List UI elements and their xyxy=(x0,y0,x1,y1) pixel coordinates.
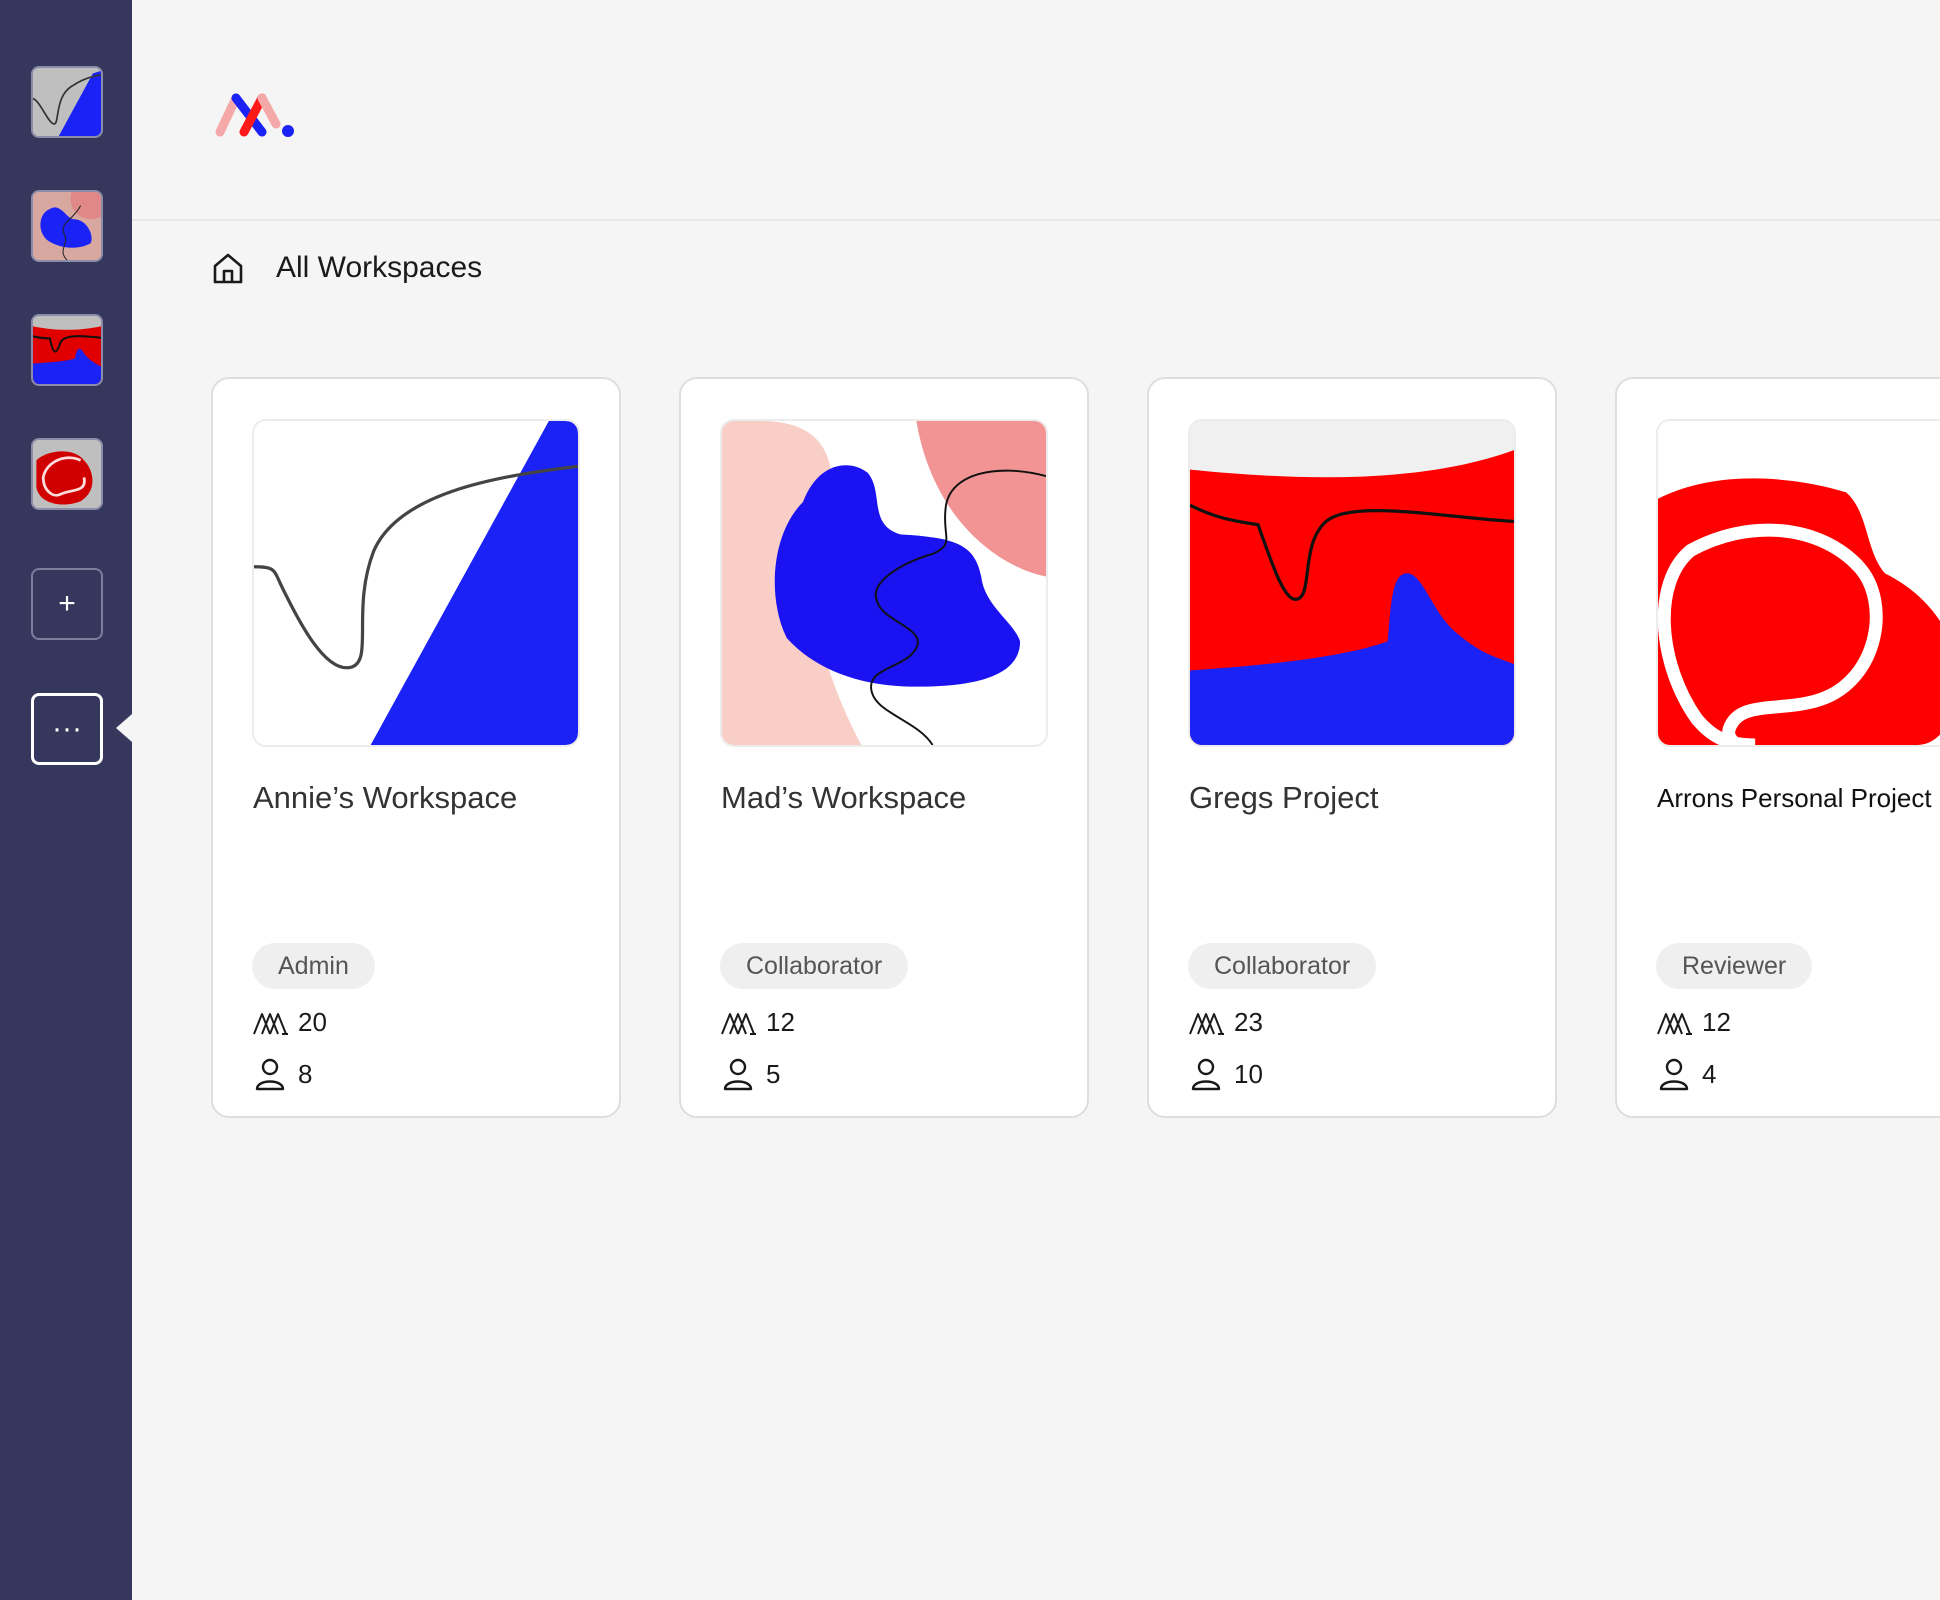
members-count: 10 xyxy=(1188,1057,1263,1091)
workspace-name: Gregs Project xyxy=(1189,780,1379,815)
sidebar-workspace-annie[interactable] xyxy=(31,66,103,138)
user-icon xyxy=(723,1058,753,1091)
sidebar-workspace-arron[interactable] xyxy=(31,438,103,510)
user-icon xyxy=(255,1058,285,1091)
projects-value: 20 xyxy=(298,1007,327,1037)
projects-count: 23 xyxy=(1188,1007,1263,1038)
sidebar: + ··· xyxy=(0,0,132,1600)
home-icon[interactable] xyxy=(210,250,246,286)
workspace-thumb-arron-icon xyxy=(33,440,101,508)
workspace-card-mad[interactable]: Mad’s Workspace Collaborator 12 5 xyxy=(679,377,1089,1118)
sidebar-workspace-greg[interactable] xyxy=(31,314,103,386)
add-workspace-button[interactable]: + xyxy=(31,568,103,640)
workspace-thumbnail xyxy=(1188,419,1516,747)
workspace-thumbnail xyxy=(252,419,580,747)
abstract-art-icon xyxy=(722,421,1046,745)
abstract-art-icon xyxy=(254,421,578,745)
more-options-button[interactable]: ··· xyxy=(31,693,103,765)
workspace-card-greg[interactable]: Gregs Project Collaborator 23 10 xyxy=(1147,377,1557,1118)
workspace-thumb-annie-icon xyxy=(33,68,101,136)
projects-value: 23 xyxy=(1234,1007,1263,1037)
role-badge: Collaborator xyxy=(1188,943,1377,989)
user-icon xyxy=(1191,1058,1221,1091)
workspace-name: Annie’s Workspace xyxy=(253,780,518,815)
projects-icon xyxy=(721,1012,756,1035)
workspace-thumbnail xyxy=(720,419,1048,747)
members-count: 5 xyxy=(720,1057,780,1091)
projects-count: 12 xyxy=(1656,1007,1731,1038)
app-logo-icon[interactable] xyxy=(212,84,298,144)
workspace-card-annie[interactable]: Annie’s Workspace Admin 20 8 xyxy=(211,377,621,1118)
abstract-art-icon xyxy=(1190,421,1514,745)
user-icon xyxy=(1659,1058,1689,1091)
role-badge: Reviewer xyxy=(1656,943,1813,989)
members-value: 5 xyxy=(766,1058,781,1089)
workspace-card-arron[interactable]: Arrons Personal Project Folder Reviewer … xyxy=(1615,377,1940,1118)
header xyxy=(132,0,1940,221)
members-count: 8 xyxy=(252,1057,312,1091)
abstract-art-icon xyxy=(1658,421,1940,745)
breadcrumb: All Workspaces xyxy=(210,250,482,286)
workspace-name: Mad’s Workspace xyxy=(721,780,967,815)
members-value: 4 xyxy=(1702,1058,1717,1089)
role-badge: Collaborator xyxy=(720,943,909,989)
projects-icon xyxy=(1189,1012,1224,1035)
projects-icon xyxy=(253,1012,288,1035)
workspace-thumb-mad-icon xyxy=(33,192,101,260)
projects-value: 12 xyxy=(1702,1007,1731,1037)
role-badge: Admin xyxy=(252,943,375,989)
projects-count: 12 xyxy=(720,1007,795,1038)
projects-value: 12 xyxy=(766,1007,795,1037)
workspace-thumbnail xyxy=(1656,419,1940,747)
sidebar-workspace-mad[interactable] xyxy=(31,190,103,262)
workspace-name: Arrons Personal Project Folder xyxy=(1657,783,1940,813)
members-count: 4 xyxy=(1656,1057,1716,1091)
page-title: All Workspaces xyxy=(276,251,483,284)
members-value: 10 xyxy=(1234,1058,1263,1089)
active-pointer xyxy=(116,714,132,742)
workspace-thumb-greg-icon xyxy=(33,316,101,384)
projects-icon xyxy=(1657,1012,1692,1035)
members-value: 8 xyxy=(298,1058,313,1089)
projects-count: 20 xyxy=(252,1007,327,1038)
